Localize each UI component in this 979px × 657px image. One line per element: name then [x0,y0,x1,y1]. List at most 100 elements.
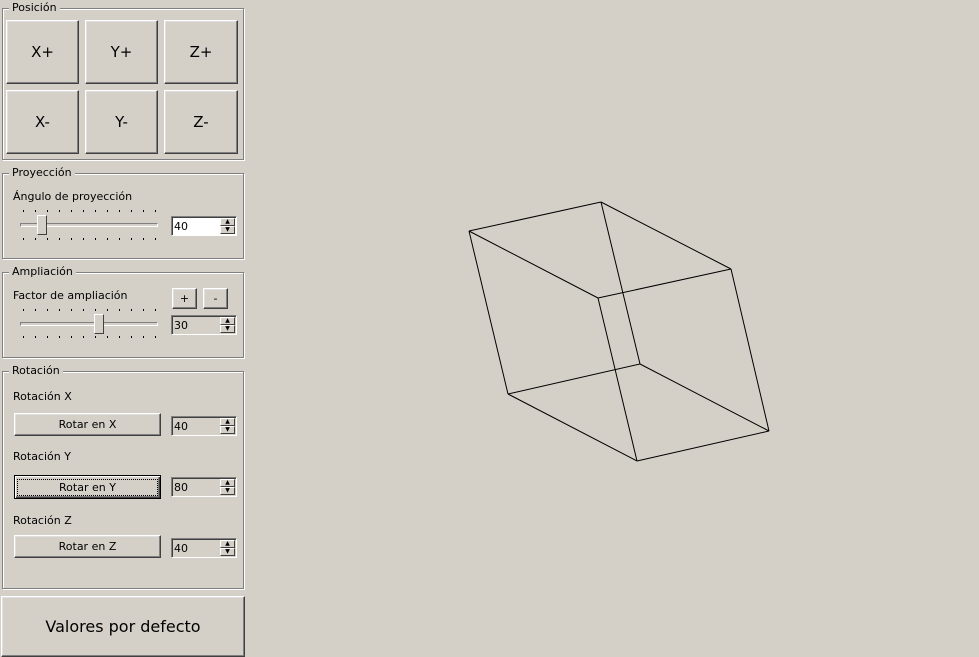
rotacion-z-spinbox[interactable]: 40 ▲ ▼ [171,538,237,558]
up-arrow-icon[interactable]: ▲ [220,218,235,226]
tick-mark [23,210,24,212]
angulo-label: Ángulo de proyección [13,190,133,203]
tick-mark [131,238,132,240]
tick-mark [155,238,156,240]
rotar-x-button[interactable]: Rotar en X [14,413,161,436]
cube-edge [730,268,770,432]
down-arrow-icon[interactable]: ▼ [220,226,235,234]
cube-edge [468,201,602,232]
tick-mark [143,336,144,338]
tick-mark [131,210,132,212]
tick-mark [155,336,156,338]
tick-mark [59,309,60,311]
tick-mark [83,336,84,338]
rotacion-x-label: Rotación X [13,390,72,403]
z-plus-button[interactable]: Z+ [164,20,238,84]
ampliacion-slider-thumb[interactable] [94,314,105,334]
tick-mark [83,238,84,240]
tick-mark [23,336,24,338]
rotar-y-button-label: Rotar en Y [17,478,158,496]
up-arrow-icon[interactable]: ▲ [220,317,235,325]
down-arrow-icon[interactable]: ▼ [220,487,235,495]
tick-mark [107,309,108,311]
zoom-minus-button[interactable]: - [203,288,228,309]
rotacion-x-spinbox[interactable]: 40 ▲ ▼ [171,416,237,436]
ampliacion-spinbox[interactable]: 30 ▲ ▼ [171,315,237,335]
tick-mark [119,309,120,311]
rotacion-y-label: Rotación Y [13,450,71,463]
cube-edge [507,393,638,462]
cube-edge [600,201,641,365]
tick-mark [83,210,84,212]
tick-mark [143,210,144,212]
tick-mark [35,210,36,212]
rotacion-y-spinbox[interactable]: 80 ▲ ▼ [171,477,237,497]
tick-mark [143,238,144,240]
tick-mark [59,238,60,240]
tick-mark [95,309,96,311]
tick-mark [131,336,132,338]
tick-mark [35,336,36,338]
tick-mark [47,309,48,311]
factor-label: Factor de ampliación [13,289,128,302]
tick-mark [155,309,156,311]
tick-mark [143,309,144,311]
up-arrow-icon[interactable]: ▲ [220,418,235,426]
rotacion-y-value[interactable]: 80 [174,481,188,494]
cube-edge [597,297,638,462]
rotacion-title: Rotación [9,364,63,377]
wireframe-cube [468,201,770,462]
tick-mark [107,238,108,240]
proyeccion-ticks-top [23,210,156,212]
tick-mark [119,210,120,212]
ampliacion-value[interactable]: 30 [174,319,188,332]
ampliacion-slider-track[interactable] [20,322,158,326]
tick-mark [47,238,48,240]
tick-mark [47,336,48,338]
rotacion-z-label: Rotación Z [13,514,72,527]
tick-mark [95,336,96,338]
tick-mark [83,309,84,311]
tick-mark [131,309,132,311]
down-arrow-icon[interactable]: ▼ [220,325,235,333]
up-arrow-icon[interactable]: ▲ [220,540,235,548]
rotar-z-button[interactable]: Rotar en Z [14,535,161,558]
rotacion-z-value[interactable]: 40 [174,542,188,555]
down-arrow-icon[interactable]: ▼ [220,426,235,434]
valores-por-defecto-button[interactable]: Valores por defecto [1,596,245,657]
rotacion-x-value[interactable]: 40 [174,420,188,433]
tick-mark [59,210,60,212]
tick-mark [59,336,60,338]
z-minus-button[interactable]: Z- [164,90,238,154]
proyeccion-slider-thumb[interactable] [36,215,47,235]
proyeccion-value[interactable]: 40 [174,220,188,233]
posicion-title: Posición [9,1,60,14]
cube-edge [639,363,770,432]
tick-mark [107,336,108,338]
cube-edge [636,430,770,462]
tick-mark [23,309,24,311]
rotar-y-button[interactable]: Rotar en Y [14,475,161,499]
tick-mark [35,238,36,240]
up-arrow-icon[interactable]: ▲ [220,479,235,487]
proyeccion-spinbox[interactable]: 40 ▲ ▼ [171,216,237,236]
tick-mark [95,238,96,240]
tick-mark [71,336,72,338]
proyeccion-ticks-bottom [23,238,156,240]
x-plus-button[interactable]: X+ [6,20,79,84]
tick-mark [107,210,108,212]
tick-mark [47,210,48,212]
tick-mark [23,238,24,240]
x-minus-button[interactable]: X- [6,90,79,154]
cube-edge [468,230,509,395]
tick-mark [71,309,72,311]
ampliacion-ticks-top [23,309,156,311]
y-minus-button[interactable]: Y- [85,90,158,154]
tick-mark [71,238,72,240]
proyeccion-title: Proyección [9,166,75,179]
y-plus-button[interactable]: Y+ [85,20,158,84]
tick-mark [155,210,156,212]
zoom-plus-button[interactable]: + [172,288,197,309]
ampliacion-ticks-bottom [23,336,156,338]
down-arrow-icon[interactable]: ▼ [220,548,235,556]
